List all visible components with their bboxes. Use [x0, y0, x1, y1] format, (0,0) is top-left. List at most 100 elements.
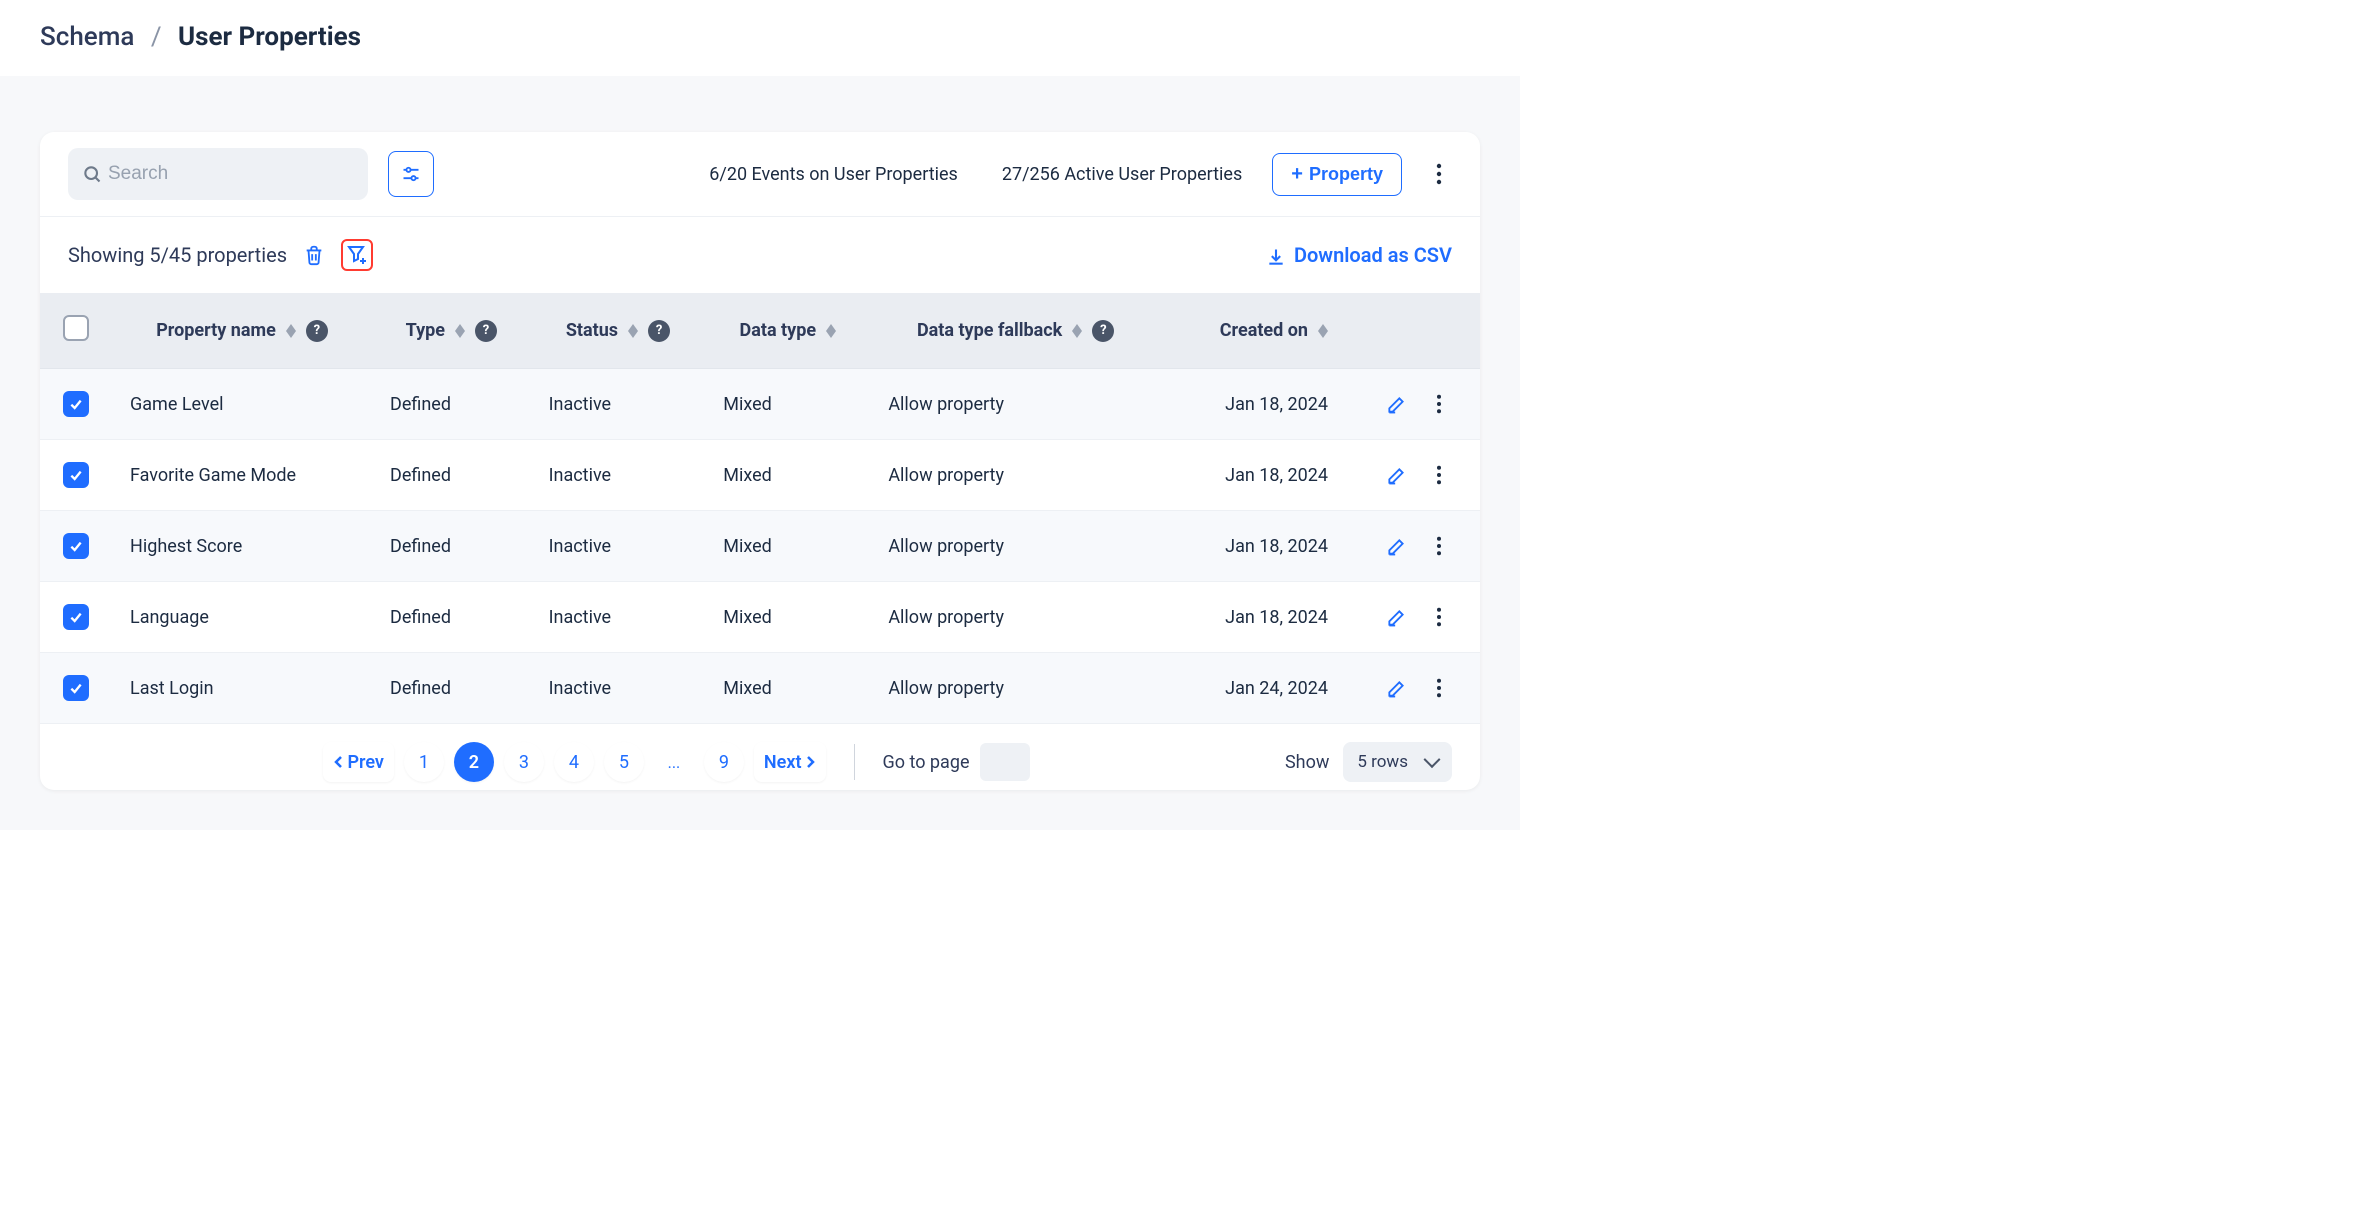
download-csv-link[interactable]: Download as CSV — [1266, 243, 1452, 267]
sort-icon[interactable] — [1072, 324, 1082, 338]
breadcrumb-current: User Properties — [178, 22, 361, 52]
edit-row-button[interactable] — [1386, 677, 1406, 698]
cell-status: Inactive — [531, 511, 706, 582]
delete-selected-button[interactable] — [303, 243, 325, 267]
pagination-prev-label: Prev — [347, 752, 383, 773]
sort-icon[interactable] — [286, 324, 296, 338]
table-row: Game Level Defined Inactive Mixed Allow … — [40, 369, 1480, 440]
panel-topbar: 6/20 Events on User Properties 27/256 Ac… — [40, 132, 1480, 216]
pagination-page[interactable]: 1 — [404, 742, 444, 782]
add-property-button[interactable]: + Property — [1272, 153, 1402, 196]
row-checkbox[interactable] — [63, 462, 89, 488]
pagination-page[interactable]: 3 — [504, 742, 544, 782]
row-more-menu[interactable] — [1426, 536, 1452, 556]
cell-fallback: Allow property — [870, 653, 1161, 724]
pagination-page[interactable]: 2 — [454, 742, 494, 782]
cell-fallback: Allow property — [870, 440, 1161, 511]
pagination-page[interactable]: 4 — [554, 742, 594, 782]
cell-property-name: Favorite Game Mode — [112, 440, 372, 511]
column-header-property-name[interactable]: Property name — [156, 320, 276, 341]
sort-icon[interactable] — [455, 324, 465, 338]
row-more-menu[interactable] — [1426, 678, 1452, 698]
cell-data-type: Mixed — [705, 582, 870, 653]
table-row: Language Defined Inactive Mixed Allow pr… — [40, 582, 1480, 653]
bulk-assign-button[interactable] — [341, 239, 373, 271]
edit-row-button[interactable] — [1386, 393, 1406, 414]
column-header-data-type[interactable]: Data type — [740, 320, 817, 341]
cell-property-name: Language — [112, 582, 372, 653]
cell-data-type: Mixed — [705, 369, 870, 440]
row-more-menu[interactable] — [1426, 465, 1452, 485]
cell-data-type: Mixed — [705, 653, 870, 724]
showing-count: Showing 5/45 properties — [68, 243, 287, 267]
cell-created: Jan 18, 2024 — [1161, 369, 1368, 440]
pagination-page[interactable]: 5 — [604, 742, 644, 782]
table-row: Highest Score Defined Inactive Mixed All… — [40, 511, 1480, 582]
cell-status: Inactive — [531, 440, 706, 511]
column-header-status[interactable]: Status — [566, 320, 618, 341]
cell-fallback: Allow property — [870, 582, 1161, 653]
edit-row-button[interactable] — [1386, 464, 1406, 485]
cell-type: Defined — [372, 582, 531, 653]
cell-fallback: Allow property — [870, 369, 1161, 440]
cell-type: Defined — [372, 440, 531, 511]
edit-row-button[interactable] — [1386, 535, 1406, 556]
cell-property-name: Last Login — [112, 653, 372, 724]
sort-icon[interactable] — [826, 324, 836, 338]
select-all-checkbox[interactable] — [63, 315, 89, 341]
filter-sliders-button[interactable] — [388, 151, 434, 197]
pencil-icon — [1386, 464, 1406, 485]
row-checkbox[interactable] — [63, 533, 89, 559]
user-properties-panel: 6/20 Events on User Properties 27/256 Ac… — [40, 132, 1480, 790]
row-more-menu[interactable] — [1426, 394, 1452, 414]
show-label: Show — [1285, 752, 1329, 773]
help-icon[interactable]: ? — [475, 320, 497, 342]
stat-active-properties: 27/256 Active User Properties — [1002, 164, 1242, 185]
download-icon — [1266, 243, 1286, 267]
table-row: Last Login Defined Inactive Mixed Allow … — [40, 653, 1480, 724]
pagination-prev[interactable]: Prev — [323, 742, 393, 782]
topbar-stats: 6/20 Events on User Properties 27/256 Ac… — [709, 164, 1242, 185]
row-checkbox[interactable] — [63, 675, 89, 701]
stat-events: 6/20 Events on User Properties — [709, 164, 958, 185]
plus-icon: + — [1291, 164, 1303, 184]
cell-data-type: Mixed — [705, 440, 870, 511]
cell-created: Jan 24, 2024 — [1161, 653, 1368, 724]
edit-row-button[interactable] — [1386, 606, 1406, 627]
row-checkbox[interactable] — [63, 604, 89, 630]
rows-per-page-select[interactable]: 5 rows — [1343, 742, 1452, 782]
panel-subbar: Showing 5/45 properties Download as CSV — [40, 216, 1480, 293]
help-icon[interactable]: ? — [648, 320, 670, 342]
cell-created: Jan 18, 2024 — [1161, 582, 1368, 653]
search-input-wrap[interactable] — [68, 148, 368, 200]
help-icon[interactable]: ? — [306, 320, 328, 342]
table-row: Favorite Game Mode Defined Inactive Mixe… — [40, 440, 1480, 511]
cell-property-name: Highest Score — [112, 511, 372, 582]
properties-table: Property name ? Type — [40, 293, 1480, 724]
column-header-type[interactable]: Type — [406, 320, 445, 341]
sort-icon[interactable] — [628, 324, 638, 338]
download-csv-label: Download as CSV — [1294, 243, 1452, 267]
cell-created: Jan 18, 2024 — [1161, 440, 1368, 511]
pagination-page[interactable]: 9 — [704, 742, 744, 782]
sort-icon[interactable] — [1318, 324, 1328, 338]
cell-type: Defined — [372, 511, 531, 582]
breadcrumb-separator: / — [151, 22, 162, 52]
cell-status: Inactive — [531, 653, 706, 724]
pagination-next[interactable]: Next — [754, 742, 826, 782]
goto-page-input[interactable] — [980, 743, 1030, 781]
pagination-ellipsis: ... — [654, 742, 694, 782]
column-header-created[interactable]: Created on — [1220, 320, 1308, 341]
pencil-icon — [1386, 393, 1406, 414]
breadcrumb: Schema / User Properties — [0, 0, 1520, 76]
sliders-icon — [401, 164, 421, 185]
column-header-fallback[interactable]: Data type fallback — [917, 320, 1062, 341]
search-input[interactable] — [102, 162, 354, 186]
row-more-menu[interactable] — [1426, 607, 1452, 627]
row-checkbox[interactable] — [63, 391, 89, 417]
help-icon[interactable]: ? — [1092, 320, 1114, 342]
pencil-icon — [1386, 606, 1406, 627]
breadcrumb-root[interactable]: Schema — [40, 22, 134, 52]
pagination-next-label: Next — [764, 752, 802, 773]
topbar-more-menu[interactable] — [1426, 163, 1452, 185]
